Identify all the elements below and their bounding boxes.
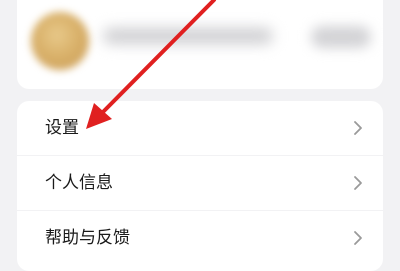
chevron-right-icon (354, 231, 362, 245)
menu-item-label: 设置 (45, 118, 79, 138)
username-blurred (103, 28, 273, 44)
menu-item-label: 帮助与反馈 (45, 228, 130, 248)
menu-item-help-feedback[interactable]: 帮助与反馈 (17, 210, 383, 265)
settings-menu-card: 设置 个人信息 帮助与反馈 (17, 101, 383, 271)
chevron-right-icon (354, 121, 362, 135)
menu-item-settings[interactable]: 设置 (17, 101, 383, 155)
menu-item-personal-info[interactable]: 个人信息 (17, 155, 383, 210)
profile-action-blurred[interactable] (311, 26, 371, 48)
menu-item-label: 个人信息 (45, 173, 113, 193)
profile-card[interactable] (17, 0, 383, 89)
chevron-right-icon (354, 176, 362, 190)
avatar[interactable] (31, 12, 89, 70)
